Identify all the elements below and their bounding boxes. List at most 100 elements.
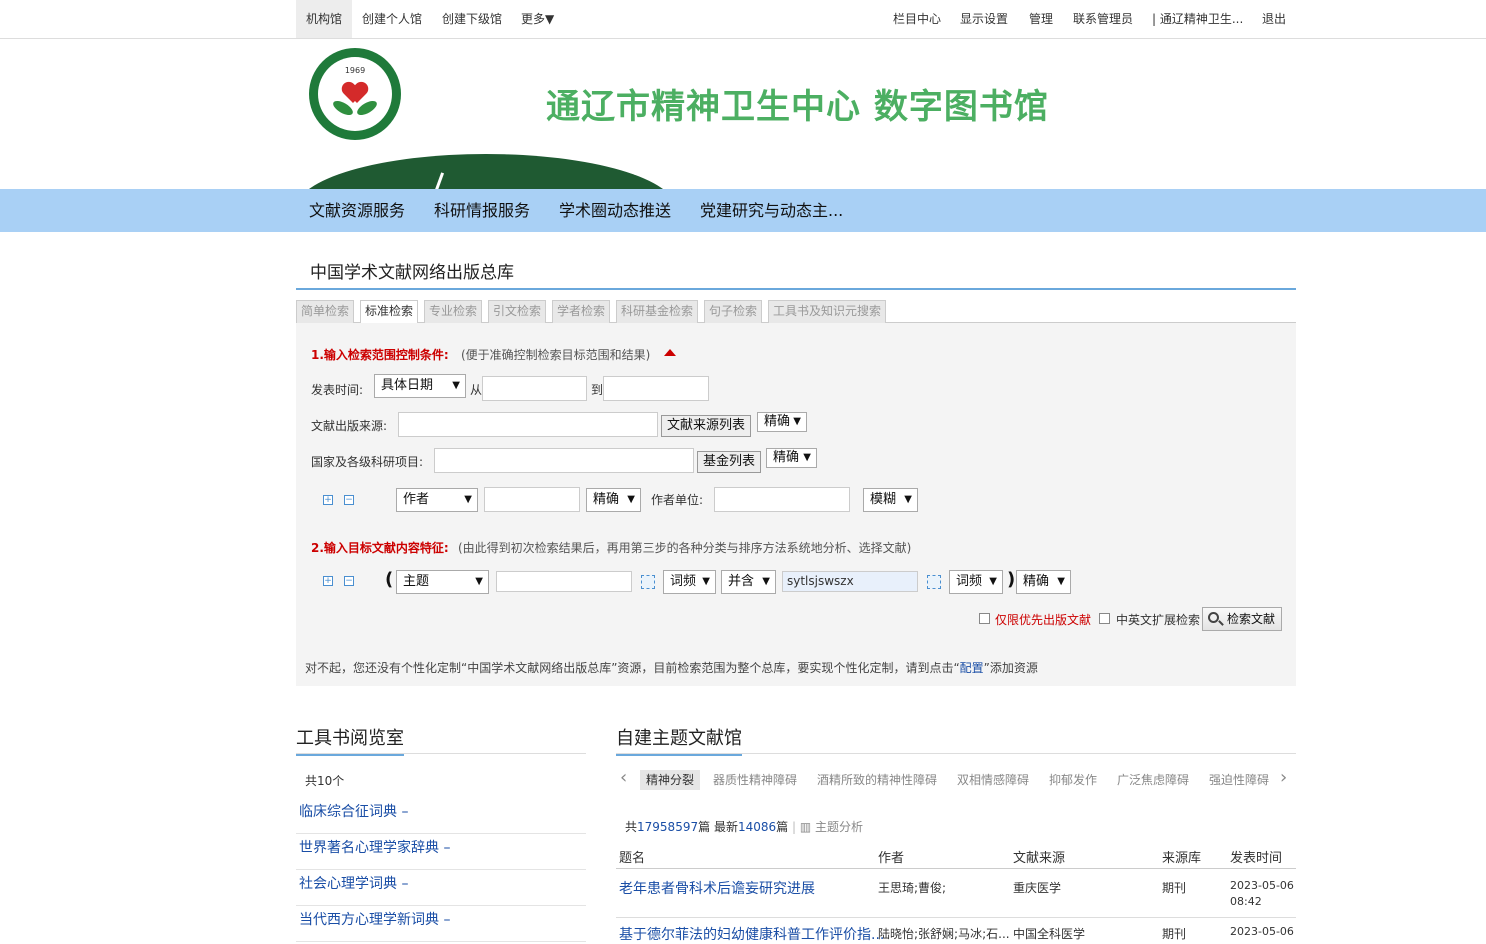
site-title: 通辽市精神卫生中心 数字图书馆 bbox=[546, 87, 1049, 127]
search-button[interactable]: 检索文献 bbox=[1202, 607, 1283, 631]
keyword2-input[interactable]: sytlsjswszx bbox=[782, 571, 918, 592]
priority-label: 仅限优先出版文献 bbox=[995, 613, 1092, 627]
remove-row-icon[interactable]: − bbox=[344, 576, 354, 586]
tab-simple-search[interactable]: 简单检索 bbox=[296, 300, 355, 323]
search-panel: 1.输入检索范围控制条件: (便于准确控制检索目标范围和结果) 发表时间: 具体… bbox=[296, 323, 1296, 686]
source-list-button[interactable]: 文献来源列表 bbox=[661, 415, 752, 437]
heart-icon bbox=[343, 83, 367, 105]
topic-tab[interactable]: 双相情感障碍 bbox=[951, 770, 1035, 790]
source-label: 文献出版来源: bbox=[311, 419, 388, 433]
col-title: 题名 bbox=[619, 851, 646, 866]
topic-library-header: 自建主题文献馆 bbox=[616, 724, 1296, 756]
banner: 1969 通辽市精神卫生中心 数字图书馆 bbox=[296, 39, 1196, 189]
top-link-logout[interactable]: 退出 bbox=[1262, 0, 1286, 38]
tab-scholar-search[interactable]: 学者检索 bbox=[552, 300, 611, 323]
tab-standard-search[interactable]: 标准检索 bbox=[360, 300, 419, 324]
top-link-column-center[interactable]: 栏目中心 bbox=[893, 0, 941, 38]
row-source[interactable]: 重庆医学 bbox=[1013, 879, 1061, 896]
row-title-link[interactable]: 基于德尔菲法的妇幼健康科普工作评价指... bbox=[619, 924, 884, 944]
to-label: 到 bbox=[591, 383, 604, 397]
author-input[interactable] bbox=[484, 487, 580, 512]
freq1-select[interactable]: 词频 ▼ bbox=[663, 570, 716, 594]
top-link-institution[interactable]: 机构馆 bbox=[296, 0, 353, 38]
col-date: 发表时间 bbox=[1230, 851, 1283, 866]
topic-tab[interactable]: 广泛焦虑障碍 bbox=[1111, 770, 1195, 790]
nav-research-intel[interactable]: 科研情报服务 bbox=[434, 189, 530, 232]
nav-party-research[interactable]: 党建研究与动态主... bbox=[700, 189, 843, 232]
database-title-bar: 中国学术文献网络出版总库 bbox=[296, 250, 1296, 290]
author-match-select[interactable]: 精确 ▼ bbox=[586, 488, 641, 512]
add-row-icon[interactable]: + bbox=[323, 576, 333, 586]
topic-tab[interactable]: 器质性精神障碍 bbox=[707, 770, 803, 790]
row-source[interactable]: 中国全科医学 bbox=[1013, 925, 1085, 942]
bar-chart-icon: ▥ bbox=[799, 820, 812, 834]
reference-book-item[interactable]: 临床综合征词典 – bbox=[296, 798, 586, 834]
banner-hill-graphic bbox=[296, 154, 676, 189]
chevron-right-icon[interactable]: › bbox=[1280, 767, 1287, 788]
col-author: 作者 bbox=[878, 851, 905, 866]
priority-checkbox[interactable] bbox=[979, 613, 990, 624]
freq2-select[interactable]: 词频 ▼ bbox=[949, 570, 1003, 594]
from-label: 从 bbox=[470, 383, 483, 397]
topic-tab[interactable]: 强迫性障碍 bbox=[1203, 770, 1275, 790]
author-field-select[interactable]: 作者 ▼ bbox=[396, 488, 478, 512]
topic-tab[interactable]: 精神分裂 bbox=[640, 770, 701, 790]
nav-academic-push[interactable]: 学术圈动态推送 bbox=[559, 189, 671, 232]
source-match-select[interactable]: 精确 ▼ bbox=[757, 412, 807, 432]
topic-library-title: 自建主题文献馆 bbox=[616, 724, 742, 756]
logic-select[interactable]: 并含 ▼ bbox=[721, 570, 776, 594]
unit-match-select[interactable]: 模糊 ▼ bbox=[863, 488, 918, 512]
top-link-user[interactable]: | 通辽精神卫生... bbox=[1152, 0, 1243, 38]
cross-lang-checkbox[interactable] bbox=[1099, 613, 1110, 624]
reference-book-item[interactable]: 世界著名心理学家辞典 – bbox=[296, 834, 586, 870]
unit-input[interactable] bbox=[714, 487, 850, 512]
tab-professional-search[interactable]: 专业检索 bbox=[424, 300, 483, 323]
date-to-input[interactable] bbox=[603, 376, 709, 401]
tab-sentence-search[interactable]: 句子检索 bbox=[704, 300, 763, 323]
row-title-link[interactable]: 老年患者骨科术后谵妄研究进展 bbox=[619, 878, 815, 898]
reference-book-item[interactable]: 社会心理学词典 – bbox=[296, 870, 586, 906]
tab-fund-search[interactable]: 科研基金检索 bbox=[616, 300, 699, 323]
top-link-more[interactable]: 更多▼ bbox=[521, 0, 554, 38]
top-link-manage[interactable]: 管理 bbox=[1029, 0, 1053, 38]
date-label: 发表时间: bbox=[311, 383, 364, 397]
date-from-input[interactable] bbox=[482, 376, 587, 401]
remove-row-icon[interactable]: − bbox=[344, 495, 354, 505]
result-summary: 共17958597篇 最新14086篇 | ▥ 主题分析 bbox=[625, 820, 864, 834]
config-link[interactable]: 配置 bbox=[960, 661, 984, 675]
date-type-select[interactable]: 具体日期 ▼ bbox=[374, 374, 466, 398]
top-link-create-sub[interactable]: 创建下级馆 bbox=[442, 0, 502, 38]
fund-match-select[interactable]: 精确 ▼ bbox=[766, 448, 817, 468]
collapse-arrow-icon[interactable] bbox=[664, 349, 676, 356]
top-link-contact-admin[interactable]: 联系管理员 bbox=[1073, 0, 1133, 38]
row-author: 陆晓怡;张舒娴;马冰;石... bbox=[878, 927, 1010, 941]
top-link-display-settings[interactable]: 显示设置 bbox=[960, 0, 1008, 38]
topic-match-select[interactable]: 精确 ▼ bbox=[1016, 570, 1071, 594]
fund-input[interactable] bbox=[434, 448, 694, 473]
search-icon bbox=[1208, 612, 1219, 623]
keyword1-input[interactable] bbox=[496, 571, 632, 592]
chevron-left-icon[interactable]: ‹ bbox=[620, 767, 627, 788]
topic-tab[interactable]: 酒精所致的精神性障碍 bbox=[811, 770, 943, 790]
logo-year: 1969 bbox=[344, 66, 366, 75]
fund-list-button[interactable]: 基金列表 bbox=[697, 451, 762, 473]
step2-hint: (由此得到初次检索结果后，再用第三步的各种分类与排序方法系统地分析、选择文献) bbox=[458, 541, 912, 555]
source-input[interactable] bbox=[398, 412, 658, 437]
topic-field-select[interactable]: 主题 ▼ bbox=[396, 570, 489, 594]
grid-icon[interactable] bbox=[927, 575, 941, 589]
step2-label: 2.输入目标文献内容特征: bbox=[311, 541, 449, 555]
top-link-create-personal[interactable]: 创建个人馆 bbox=[362, 0, 422, 38]
grid-icon[interactable] bbox=[641, 575, 655, 589]
topic-tab[interactable]: 抑郁发作 bbox=[1043, 770, 1103, 790]
nav-literature-service[interactable]: 文献资源服务 bbox=[309, 189, 405, 232]
col-source: 文献来源 bbox=[1013, 851, 1066, 866]
topic-analysis-link[interactable]: ▥ 主题分析 bbox=[800, 820, 863, 834]
tab-citation-search[interactable]: 引文检索 bbox=[488, 300, 547, 323]
hospital-logo: 1969 bbox=[309, 48, 401, 140]
reference-book-item[interactable]: 当代西方心理学新词典 – bbox=[296, 906, 586, 942]
search-tabs: 简单检索 标准检索 专业检索 引文检索 学者检索 科研基金检索 句子检索 工具书… bbox=[296, 298, 1296, 324]
main-nav: 文献资源服务 科研情报服务 学术圈动态推送 党建研究与动态主... bbox=[0, 189, 1486, 232]
tab-reference-search[interactable]: 工具书及知识元搜索 bbox=[768, 300, 887, 323]
add-row-icon[interactable]: + bbox=[323, 495, 333, 505]
col-db: 来源库 bbox=[1162, 851, 1202, 866]
